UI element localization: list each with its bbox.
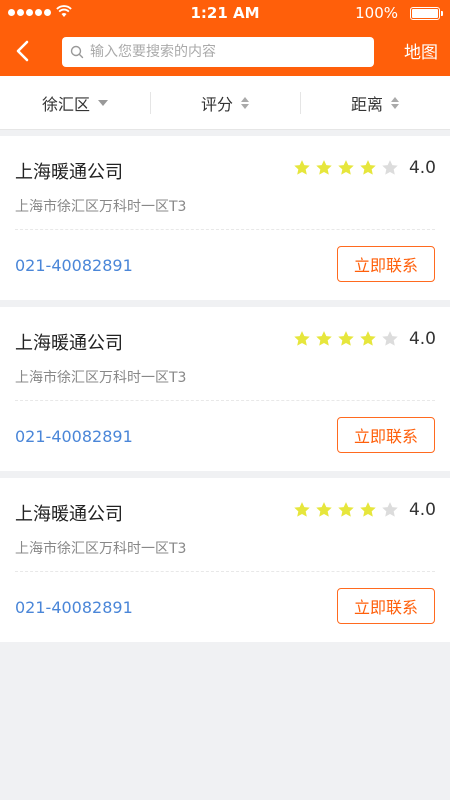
star-rating	[293, 330, 399, 348]
star-rating	[293, 159, 399, 177]
contact-button[interactable]: 立即联系	[337, 588, 435, 624]
filter-bar: 徐汇区 评分 距离	[0, 76, 450, 130]
triangle-down-icon	[98, 99, 108, 106]
status-bar: 1:21 AM 100%	[0, 0, 450, 26]
star-filled-icon	[294, 160, 310, 175]
company-address: 上海市徐汇区万科时一区T3	[15, 370, 187, 386]
company-name: 上海暖通公司	[15, 333, 123, 354]
divider	[15, 400, 435, 401]
filter-district[interactable]: 徐汇区	[0, 76, 150, 130]
company-name: 上海暖通公司	[15, 162, 123, 183]
rating-value: 4.0	[408, 500, 436, 520]
search-input[interactable]	[90, 37, 370, 67]
star-filled-icon	[338, 160, 354, 175]
star-empty-icon	[382, 160, 398, 175]
star-filled-icon	[316, 160, 332, 175]
company-list: 上海暖通公司 4.0 上海市徐汇区万科时一区T3 021-40082891 立即…	[0, 136, 450, 649]
star-empty-icon	[382, 331, 398, 346]
phone-link[interactable]: 021-40082891	[15, 598, 133, 617]
star-filled-icon	[316, 502, 332, 517]
star-filled-icon	[338, 331, 354, 346]
battery-percent: 100%	[355, 4, 398, 22]
chevron-left-icon	[16, 40, 29, 62]
app-header: 1:21 AM 100% 地图	[0, 0, 450, 76]
search-icon	[70, 45, 84, 59]
back-button[interactable]	[10, 38, 36, 64]
sort-icon	[241, 96, 249, 109]
divider	[15, 229, 435, 230]
search-bar[interactable]	[62, 37, 374, 67]
company-card[interactable]: 上海暖通公司 4.0 上海市徐汇区万科时一区T3 021-40082891 立即…	[0, 307, 450, 471]
star-filled-icon	[338, 502, 354, 517]
divider	[15, 571, 435, 572]
star-filled-icon	[360, 502, 376, 517]
company-address: 上海市徐汇区万科时一区T3	[15, 199, 187, 215]
battery-icon	[410, 7, 443, 20]
rating-value: 4.0	[408, 158, 436, 178]
star-filled-icon	[360, 160, 376, 175]
star-rating	[293, 501, 399, 519]
rating: 4.0	[293, 329, 436, 349]
star-filled-icon	[316, 331, 332, 346]
star-filled-icon	[294, 331, 310, 346]
filter-district-label: 徐汇区	[41, 94, 90, 114]
phone-link[interactable]: 021-40082891	[15, 427, 133, 446]
filter-rating-label: 评分	[200, 94, 233, 114]
sort-icon	[391, 96, 399, 109]
star-filled-icon	[360, 331, 376, 346]
rating: 4.0	[293, 158, 436, 178]
company-name: 上海暖通公司	[15, 504, 123, 525]
rating-value: 4.0	[408, 329, 436, 349]
map-button[interactable]: 地图	[404, 38, 438, 63]
company-card[interactable]: 上海暖通公司 4.0 上海市徐汇区万科时一区T3 021-40082891 立即…	[0, 136, 450, 300]
filter-distance[interactable]: 距离	[300, 76, 450, 130]
company-address: 上海市徐汇区万科时一区T3	[15, 541, 187, 557]
star-filled-icon	[294, 502, 310, 517]
star-empty-icon	[382, 502, 398, 517]
rating: 4.0	[293, 500, 436, 520]
filter-rating[interactable]: 评分	[150, 76, 300, 130]
filter-distance-label: 距离	[350, 94, 383, 114]
phone-link[interactable]: 021-40082891	[15, 256, 133, 275]
contact-button[interactable]: 立即联系	[337, 417, 435, 453]
company-card[interactable]: 上海暖通公司 4.0 上海市徐汇区万科时一区T3 021-40082891 立即…	[0, 478, 450, 642]
contact-button[interactable]: 立即联系	[337, 246, 435, 282]
